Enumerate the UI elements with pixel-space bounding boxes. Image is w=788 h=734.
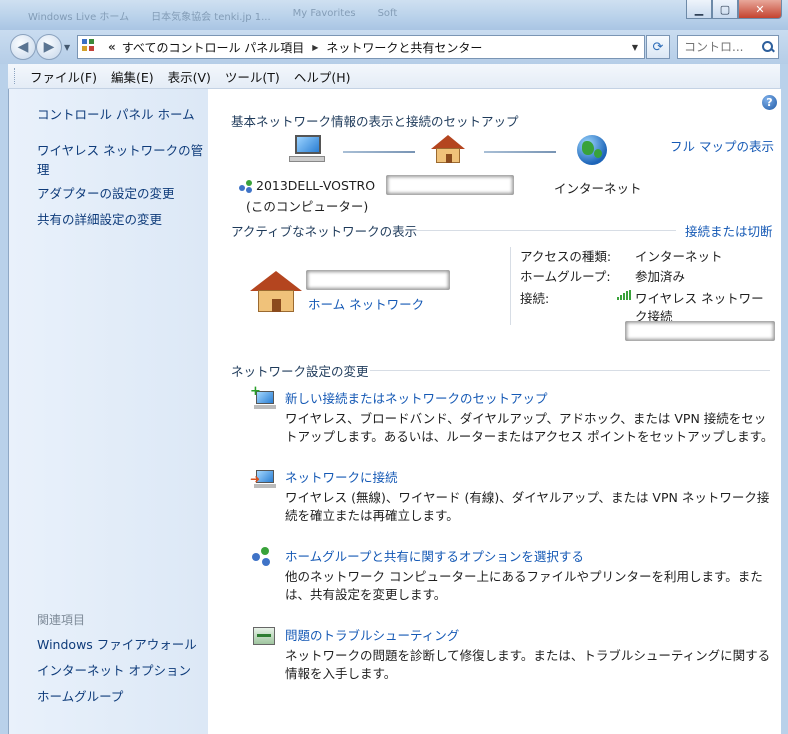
breadcrumb-arrow-icon[interactable]: ▶ [312,43,318,52]
menu-edit[interactable]: 編集(E) [104,67,161,86]
sidebar-adapter-settings[interactable]: アダプターの設定の変更 [37,184,207,203]
task-troubleshoot-desc: ネットワークの問題を診断して修復します。または、トラブルシューティングに関する情… [285,648,771,681]
divider [414,230,676,231]
network-nodes-icon [239,180,253,193]
full-map-link[interactable]: フル マップの表示 [670,136,774,155]
menu-help[interactable]: ヘルプ(H) [287,67,358,86]
change-settings-heading: ネットワーク設定の変更 [231,364,369,379]
computer-name: 2013DELL-VOSTRO [256,178,376,193]
menu-grip [14,68,17,84]
sidebar-manage-wireless[interactable]: ワイヤレス ネットワークの管理 [37,141,207,179]
sidebar-homegroup[interactable]: ホームグループ [37,687,207,706]
house-icon [431,135,465,165]
new-connection-icon: + [250,385,276,411]
recent-pages-dropdown-icon[interactable]: ▼ [64,43,70,52]
divider [370,370,770,371]
redacted-ssid [625,321,775,341]
breadcrumb-network-center[interactable]: ネットワークと共有センター [326,39,482,56]
redacted-network-name [306,270,450,290]
computer-subtitle: (このコンピューター) [246,199,369,214]
window-controls: ▁ ▢ ✕ [686,0,782,19]
address-bar[interactable]: « すべてのコントロール パネル項目 ▶ ネットワークと共有センター ▼ [77,35,645,59]
active-networks-heading: アクティブなネットワークの表示 [231,224,418,239]
minimize-button[interactable]: ▁ [686,0,712,19]
content-frame: コントロール パネル ホーム ワイヤレス ネットワークの管理 アダプターの設定の… [8,89,781,734]
map-connector [343,151,415,153]
access-type-value: インターネット [635,249,723,264]
troubleshoot-icon [253,627,275,645]
redacted-network-name [386,175,514,195]
see-also-header: 関連項目 [37,613,86,627]
back-button[interactable]: ◀ [10,34,36,60]
homegroup-options-icon [250,545,276,569]
title-bar: Windows Live ホーム 日本気象協会 tenki.jp 1... My… [0,0,788,30]
background-tab: Windows Live ホーム [28,12,130,23]
map-connector [484,151,556,153]
control-panel-icon [82,39,100,55]
task-new-connection-link[interactable]: 新しい接続またはネットワークのセットアップ [285,388,548,407]
sidebar-control-panel-home[interactable]: コントロール パネル ホーム [37,105,207,124]
address-dropdown-icon[interactable]: ▼ [632,43,638,52]
task-homegroup-desc: 他のネットワーク コンピューター上にあるファイルやプリンターを利用します。または… [285,569,763,602]
globe-icon [577,135,607,165]
background-tabs: Windows Live ホーム 日本気象協会 tenki.jp 1... My… [20,4,668,26]
homegroup-value-link[interactable]: 参加済み [635,266,685,285]
menu-view[interactable]: 表示(V) [161,67,218,86]
search-box[interactable] [677,35,779,59]
task-homegroup-link[interactable]: ホームグループと共有に関するオプションを選択する [285,546,584,565]
menu-tools[interactable]: ツール(T) [218,67,287,86]
connection-label: 接続: [520,291,550,306]
search-input[interactable] [684,40,754,54]
task-connect-link[interactable]: ネットワークに接続 [285,467,398,486]
home-network-icon [250,271,302,315]
sidebar: コントロール パネル ホーム ワイヤレス ネットワークの管理 アダプターの設定の… [9,89,208,734]
forward-button[interactable]: ▶ [36,34,62,60]
homegroup-label: ホームグループ: [520,269,611,284]
close-button[interactable]: ✕ [738,0,782,19]
main-panel: ? 基本ネットワーク情報の表示と接続のセットアップ フル マップの表示 2013… [208,89,781,734]
navigation-bar: ◀ ▶ ▼ « すべてのコントロール パネル項目 ▶ ネットワークと共有センター… [0,30,788,64]
maximize-button[interactable]: ▢ [712,0,738,19]
sidebar-advanced-sharing[interactable]: 共有の詳細設定の変更 [37,210,207,229]
network-type-link[interactable]: ホーム ネットワーク [308,294,424,313]
menu-file[interactable]: ファイル(F) [23,67,104,86]
task-connect-desc: ワイヤレス (無線)、ワイヤード (有線)、ダイヤルアップ、または VPN ネッ… [285,490,770,523]
connect-disconnect-link[interactable]: 接続または切断 [685,221,773,240]
page-heading: 基本ネットワーク情報の表示と接続のセットアップ [231,114,519,129]
wireless-connection-link[interactable]: ワイヤレス ネットワー [635,288,764,307]
background-tab: 日本気象協会 tenki.jp 1... [151,12,271,23]
background-tab: My Favorites [292,8,356,19]
search-icon[interactable] [762,41,774,53]
wireless-signal-icon [617,290,633,300]
task-troubleshoot-link[interactable]: 問題のトラブルシューティング [285,625,459,644]
background-tab: Soft [377,8,398,19]
connect-network-icon: ➜ [250,466,276,490]
task-new-connection-desc: ワイヤレス、ブロードバンド、ダイヤルアップ、アドホック、または VPN 接続をセ… [285,411,774,444]
breadcrumb-all-items[interactable]: すべてのコントロール パネル項目 [122,39,305,56]
breadcrumb-overflow[interactable]: « [108,40,116,54]
access-type-label: アクセスの種類: [520,249,612,264]
internet-label: インターネット [554,181,642,196]
refresh-button[interactable]: ⟳ [646,35,670,59]
computer-icon [289,135,325,165]
sidebar-internet-options[interactable]: インターネット オプション [37,661,207,680]
divider [510,247,511,325]
help-icon[interactable]: ? [762,95,777,110]
menu-bar: ファイル(F) 編集(E) 表示(V) ツール(T) ヘルプ(H) [8,64,780,89]
sidebar-windows-firewall[interactable]: Windows ファイアウォール [37,635,207,654]
